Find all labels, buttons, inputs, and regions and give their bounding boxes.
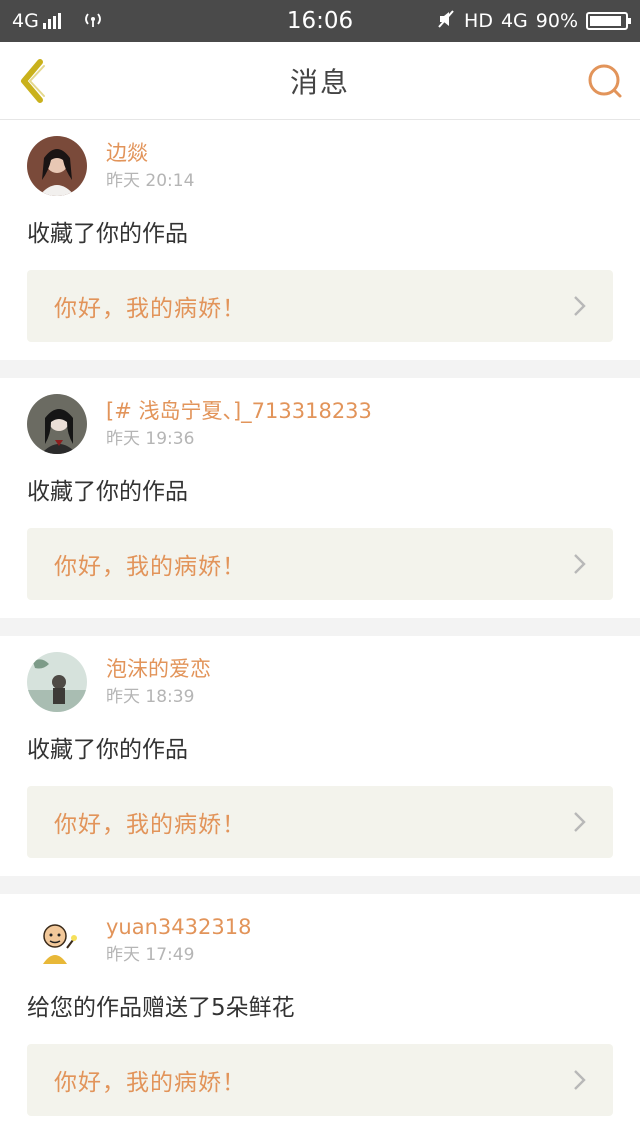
- work-title: 你好，我的病娇！: [54, 554, 246, 580]
- network-type: 4G: [12, 10, 39, 32]
- user-meta: yuan3432318 昨天 17:49: [106, 913, 251, 967]
- chevron-right-icon: [574, 812, 586, 832]
- status-right: HD 4G 90%: [436, 9, 631, 34]
- user-row: [# 浅岛宁夏、]_713318233 昨天 19:36: [27, 394, 613, 454]
- user-row: yuan3432318 昨天 17:49: [27, 910, 613, 970]
- user-row: 边燚 昨天 20:14: [27, 136, 613, 196]
- battery-percent: 90%: [535, 10, 578, 32]
- message-item[interactable]: [# 浅岛宁夏、]_713318233 昨天 19:36 收藏了你的作品 你好，…: [0, 378, 640, 618]
- search-icon: [588, 64, 622, 98]
- search-button[interactable]: [586, 62, 624, 100]
- section-divider: [0, 876, 640, 894]
- chevron-right-icon: [574, 554, 586, 574]
- avatar[interactable]: [27, 394, 87, 454]
- page-title: 消息: [289, 65, 350, 99]
- hotspot-icon: [81, 9, 105, 34]
- network-type-right: 4G: [500, 10, 528, 32]
- user-name[interactable]: [# 浅岛宁夏、]_713318233: [106, 397, 372, 425]
- mute-icon: [436, 9, 456, 34]
- user-row: 泡沫的爱恋 昨天 18:39: [27, 652, 613, 712]
- message-item[interactable]: 泡沫的爱恋 昨天 18:39 收藏了你的作品 你好，我的病娇！: [0, 636, 640, 876]
- avatar[interactable]: [27, 910, 87, 970]
- user-name[interactable]: 边燚: [106, 139, 194, 167]
- chevron-left-icon: [21, 59, 45, 103]
- work-link[interactable]: 你好，我的病娇！: [27, 528, 613, 600]
- work-link[interactable]: 你好，我的病娇！: [27, 270, 613, 342]
- avatar[interactable]: [27, 652, 87, 712]
- signal-bars-icon: [42, 13, 61, 29]
- action-text: 给您的作品赠送了5朵鲜花: [27, 995, 295, 1021]
- message-list: 边燚 昨天 20:14 收藏了你的作品 你好，我的病娇！ [# 浅岛宁夏、]_7…: [0, 120, 640, 1134]
- avatar[interactable]: [27, 136, 87, 196]
- work-title: 你好，我的病娇！: [54, 1070, 246, 1096]
- header: 消息: [0, 42, 640, 120]
- user-name[interactable]: 泡沫的爱恋: [106, 655, 211, 683]
- action-text: 收藏了你的作品: [27, 221, 188, 247]
- hd-label: HD: [464, 10, 493, 32]
- work-title: 你好，我的病娇！: [54, 296, 246, 322]
- section-divider: [0, 618, 640, 636]
- user-meta: [# 浅岛宁夏、]_713318233 昨天 19:36: [106, 397, 372, 451]
- signal-indicator: 4G: [12, 10, 61, 32]
- section-divider: [0, 360, 640, 378]
- action-text: 收藏了你的作品: [27, 479, 188, 505]
- battery-icon: [586, 12, 631, 30]
- user-name[interactable]: yuan3432318: [106, 913, 251, 941]
- message-item[interactable]: 边燚 昨天 20:14 收藏了你的作品 你好，我的病娇！: [0, 120, 640, 360]
- status-left: 4G: [12, 9, 105, 34]
- message-time: 昨天 18:39: [106, 687, 195, 707]
- message-time: 昨天 17:49: [106, 945, 195, 965]
- message-time: 昨天 19:36: [106, 429, 195, 449]
- work-title: 你好，我的病娇！: [54, 812, 246, 838]
- message-item[interactable]: yuan3432318 昨天 17:49 给您的作品赠送了5朵鲜花 你好，我的病…: [0, 894, 640, 1134]
- user-meta: 泡沫的爱恋 昨天 18:39: [106, 655, 211, 709]
- action-text: 收藏了你的作品: [27, 737, 188, 763]
- back-button[interactable]: [14, 56, 54, 106]
- work-link[interactable]: 你好，我的病娇！: [27, 1044, 613, 1116]
- chevron-right-icon: [574, 296, 586, 316]
- work-link[interactable]: 你好，我的病娇！: [27, 786, 613, 858]
- chevron-right-icon: [574, 1070, 586, 1090]
- message-time: 昨天 20:14: [106, 171, 195, 191]
- status-bar: 4G 16:06 HD 4G 90%: [0, 0, 640, 42]
- user-meta: 边燚 昨天 20:14: [106, 139, 194, 193]
